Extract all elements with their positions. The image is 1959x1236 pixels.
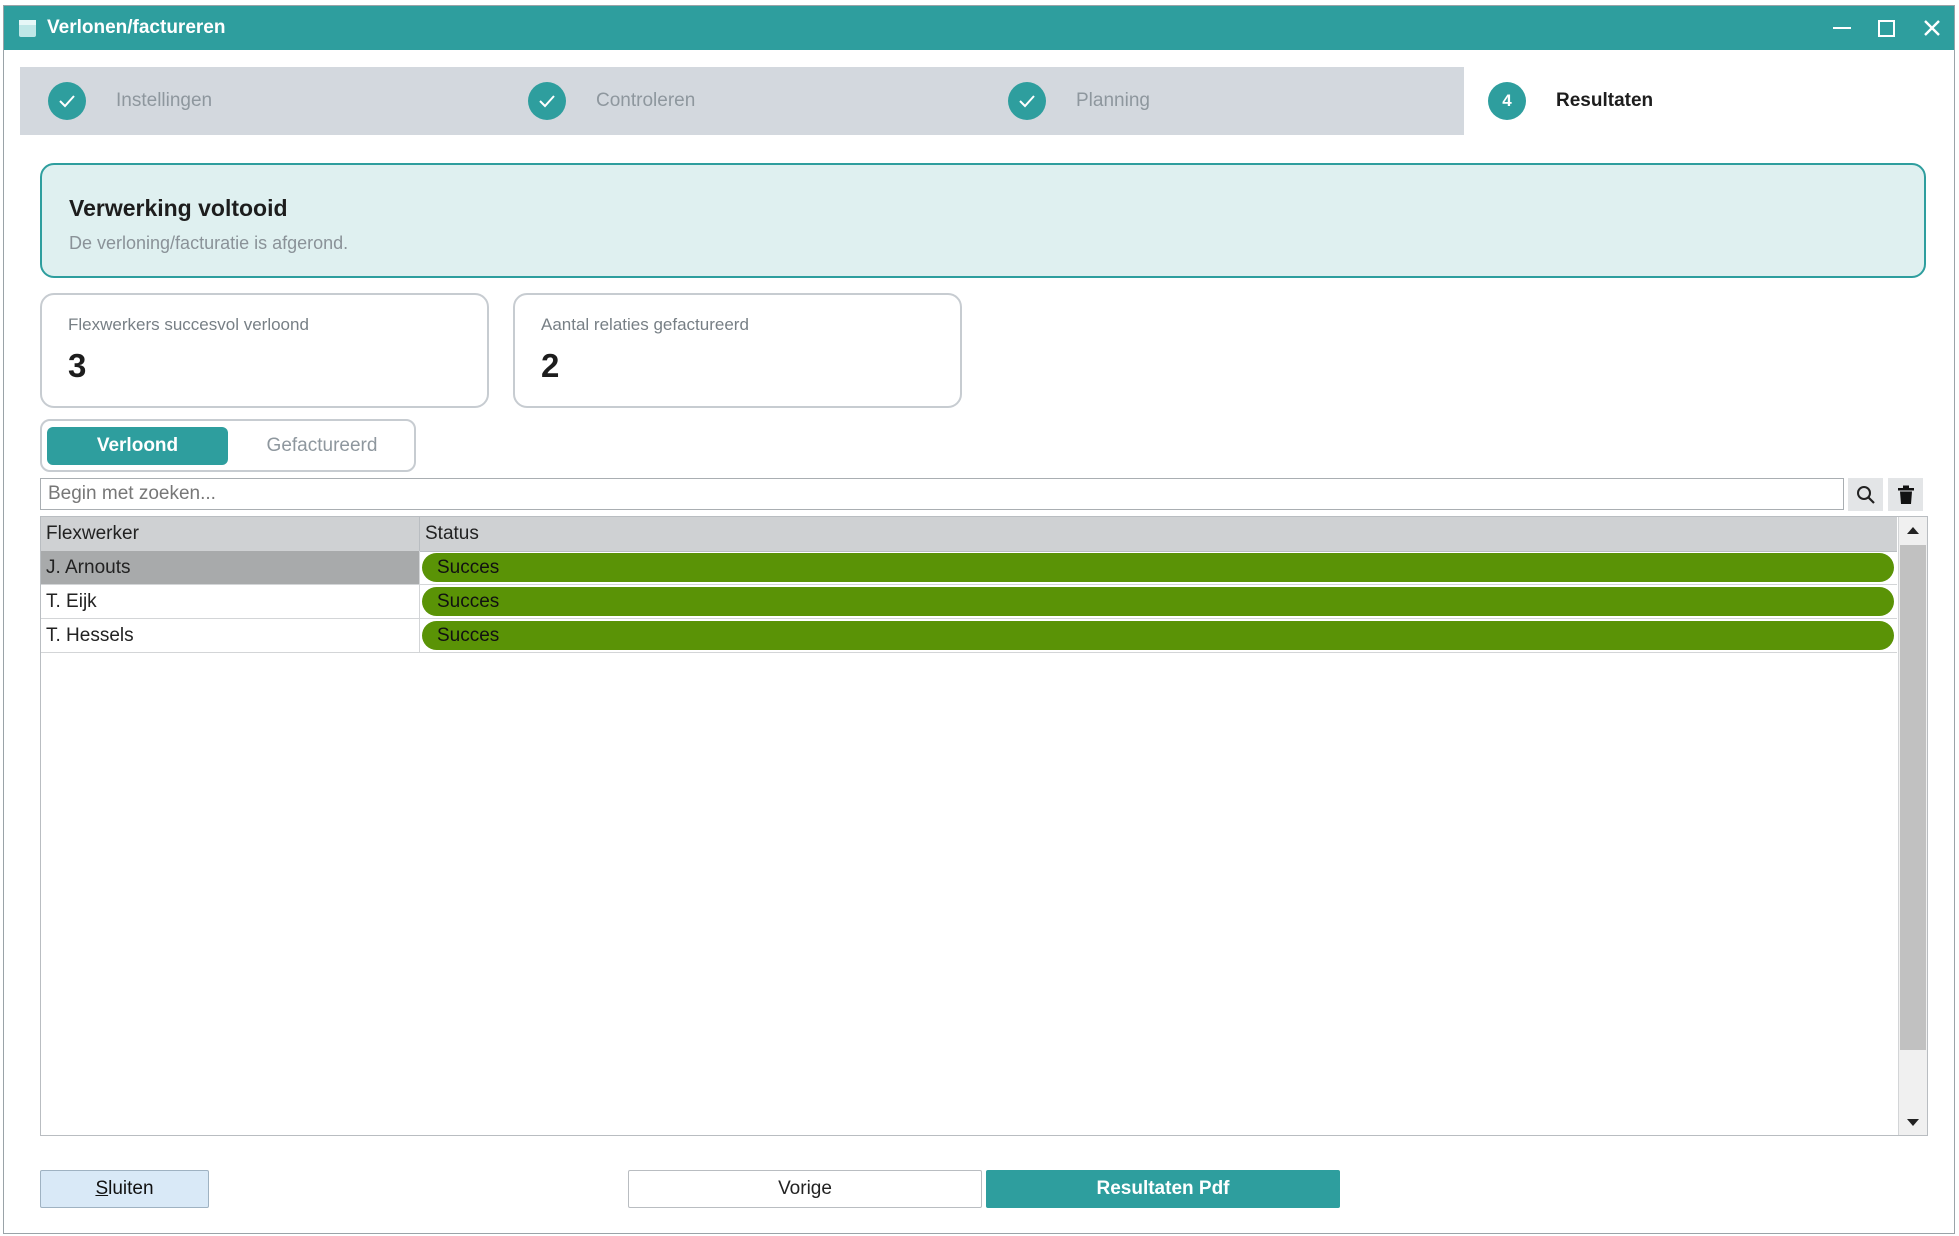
scroll-down-button[interactable] — [1899, 1109, 1926, 1135]
vertical-scrollbar[interactable] — [1898, 517, 1927, 1135]
completion-banner: Verwerking voltooid De verloning/factura… — [40, 163, 1926, 278]
minimize-button[interactable] — [1819, 6, 1864, 50]
table-row[interactable]: T. Eijk Succes — [41, 585, 1897, 619]
minimize-icon — [1832, 27, 1851, 29]
search-icon — [1856, 485, 1875, 504]
scroll-up-button[interactable] — [1899, 517, 1926, 543]
result-tabs: Verloond Gefactureerd — [40, 419, 416, 472]
step-instellingen[interactable]: Instellingen — [48, 67, 212, 135]
results-pdf-button[interactable]: Resultaten Pdf — [986, 1170, 1340, 1208]
close-button[interactable]: Sluiten — [40, 1170, 209, 1208]
caret-up-icon — [1906, 526, 1919, 534]
trash-icon — [1897, 485, 1914, 504]
title-bar: Verlonen/factureren — [4, 6, 1954, 50]
step-planning[interactable]: Planning — [1008, 67, 1150, 135]
step-label: Planning — [1076, 90, 1150, 111]
tab-gefactureerd[interactable]: Gefactureerd — [232, 427, 412, 465]
check-icon — [48, 82, 86, 120]
main-window: Verlonen/factureren Instellingen Control… — [3, 5, 1955, 1234]
maximize-button[interactable] — [1864, 6, 1909, 50]
close-mnemonic: S — [95, 1178, 109, 1199]
status-badge: Succes — [422, 587, 1894, 616]
clear-button[interactable] — [1888, 478, 1923, 511]
check-icon — [528, 82, 566, 120]
cell-flexwerker: T. Hessels — [41, 619, 420, 652]
previous-button[interactable]: Vorige — [628, 1170, 982, 1208]
scrollbar-thumb[interactable] — [1900, 545, 1926, 1050]
stat-label: Flexwerkers succesvol verloond — [68, 315, 309, 334]
results-table: Flexwerker Status J. Arnouts Succes T. E… — [40, 516, 1928, 1136]
stat-value: 3 — [68, 347, 87, 384]
close-label: luiten — [108, 1178, 154, 1199]
step-label: Resultaten — [1556, 90, 1654, 111]
step-resultaten[interactable]: 4 Resultaten — [1488, 67, 1653, 135]
check-icon — [1008, 82, 1046, 120]
caret-down-icon — [1906, 1118, 1919, 1126]
column-header-status[interactable]: Status — [420, 517, 1897, 551]
stat-label: Aantal relaties gefactureerd — [541, 315, 749, 334]
search-input[interactable] — [40, 478, 1844, 510]
close-window-button[interactable] — [1909, 6, 1954, 50]
stat-card-gefactureerd: Aantal relaties gefactureerd 2 — [513, 293, 962, 408]
search-button[interactable] — [1848, 478, 1883, 511]
step-controleren[interactable]: Controleren — [528, 67, 695, 135]
calendar-icon — [19, 19, 36, 37]
wizard-stepper — [20, 67, 1464, 135]
table-header: Flexwerker Status — [41, 517, 1897, 552]
cell-flexwerker: J. Arnouts — [41, 551, 420, 584]
table-row[interactable]: T. Hessels Succes — [41, 619, 1897, 653]
step-label: Instellingen — [116, 90, 213, 111]
step-number: 4 — [1488, 82, 1526, 120]
banner-subtitle: De verloning/facturatie is afgerond. — [69, 233, 349, 253]
stat-card-verloond: Flexwerkers succesvol verloond 3 — [40, 293, 489, 408]
cell-flexwerker: T. Eijk — [41, 585, 420, 618]
step-label: Controleren — [596, 90, 696, 111]
tab-verloond[interactable]: Verloond — [47, 427, 228, 465]
maximize-icon — [1878, 19, 1895, 37]
status-badge: Succes — [422, 553, 1894, 582]
close-icon — [1923, 20, 1940, 36]
banner-title: Verwerking voltooid — [69, 195, 288, 221]
window-title: Verlonen/factureren — [47, 17, 226, 38]
column-header-flexwerker[interactable]: Flexwerker — [41, 517, 420, 551]
window-controls — [1819, 6, 1954, 50]
status-badge: Succes — [422, 621, 1894, 650]
table-row[interactable]: J. Arnouts Succes — [41, 551, 1897, 585]
stat-value: 2 — [541, 347, 560, 384]
